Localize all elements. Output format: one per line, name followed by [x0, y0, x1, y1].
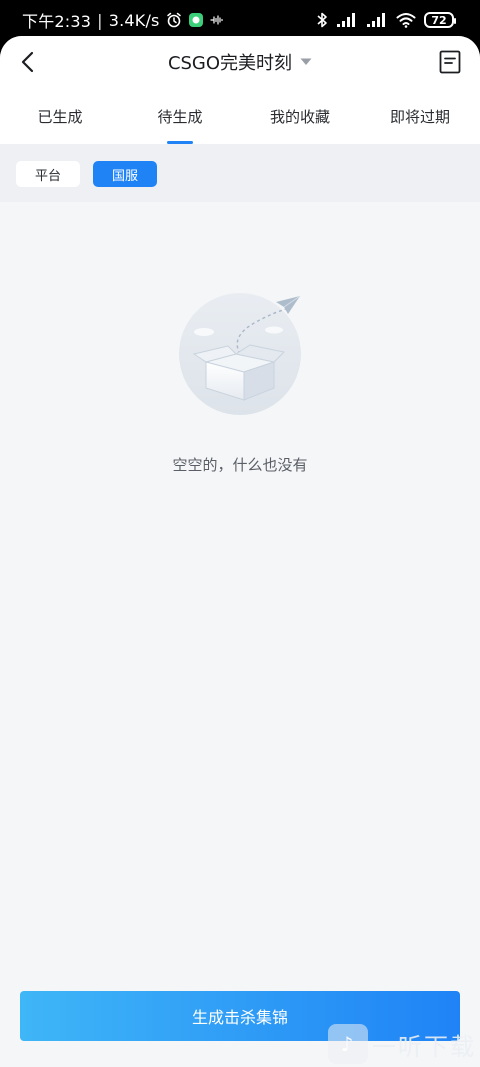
- phone-screen: 下午2:33 | 3.4K/s 72 CSGO完美时刻 已生成 待生成 我的收藏…: [0, 0, 480, 1067]
- top-bar: CSGO完美时刻: [0, 36, 480, 88]
- status-bar-right: 72: [316, 10, 456, 30]
- page-title: CSGO完美时刻: [167, 53, 293, 74]
- filter-chip-platform[interactable]: 平台: [16, 161, 80, 187]
- tab-pending[interactable]: 待生成: [120, 88, 240, 144]
- notification-app-icon: [188, 12, 204, 28]
- battery-level: 72: [431, 13, 447, 27]
- cellular-signal-icon: [336, 12, 358, 28]
- tab-label: 我的收藏: [269, 107, 330, 126]
- document-list-icon: [439, 50, 461, 74]
- button-label: 生成击杀集锦: [191, 1008, 288, 1027]
- app-screen: CSGO完美时刻 已生成 待生成 我的收藏 即将过期 平台 国服 空空的，什么也…: [0, 36, 480, 1067]
- tab-generated[interactable]: 已生成: [0, 88, 120, 144]
- empty-box-illustration: [178, 292, 302, 416]
- tab-label: 已生成: [37, 107, 83, 126]
- wifi-icon: [396, 12, 416, 28]
- status-bar: 下午2:33 | 3.4K/s 72: [0, 0, 480, 38]
- status-network-speed: 3.4K/s: [108, 10, 160, 30]
- cellular-signal-icon-2: [366, 12, 388, 28]
- generate-highlights-button[interactable]: 生成击杀集锦: [20, 991, 460, 1041]
- tab-favorites[interactable]: 我的收藏: [240, 88, 360, 144]
- tab-label: 即将过期: [389, 107, 450, 126]
- tab-bar: 已生成 待生成 我的收藏 即将过期: [0, 88, 480, 144]
- alarm-icon: [166, 12, 182, 28]
- empty-state-message: 空空的，什么也没有: [172, 456, 308, 474]
- status-divider: |: [97, 10, 103, 30]
- filter-chip-national[interactable]: 国服: [93, 161, 157, 187]
- battery-icon: 72: [424, 12, 456, 28]
- status-time: 下午2:33: [22, 12, 92, 31]
- hd-voice-icon: [210, 15, 224, 25]
- tab-label: 待生成: [157, 107, 203, 126]
- server-filter-bar: 平台 国服: [0, 144, 480, 202]
- chip-label: 国服: [111, 168, 138, 184]
- menu-button[interactable]: [432, 44, 468, 80]
- bluetooth-icon: [316, 11, 328, 29]
- chip-label: 平台: [34, 168, 61, 184]
- tab-expiring[interactable]: 即将过期: [360, 88, 480, 144]
- caret-down-icon: [300, 58, 312, 66]
- status-bar-left: 下午2:33 | 3.4K/s: [22, 10, 224, 31]
- title-dropdown[interactable]: CSGO完美时刻: [0, 48, 480, 76]
